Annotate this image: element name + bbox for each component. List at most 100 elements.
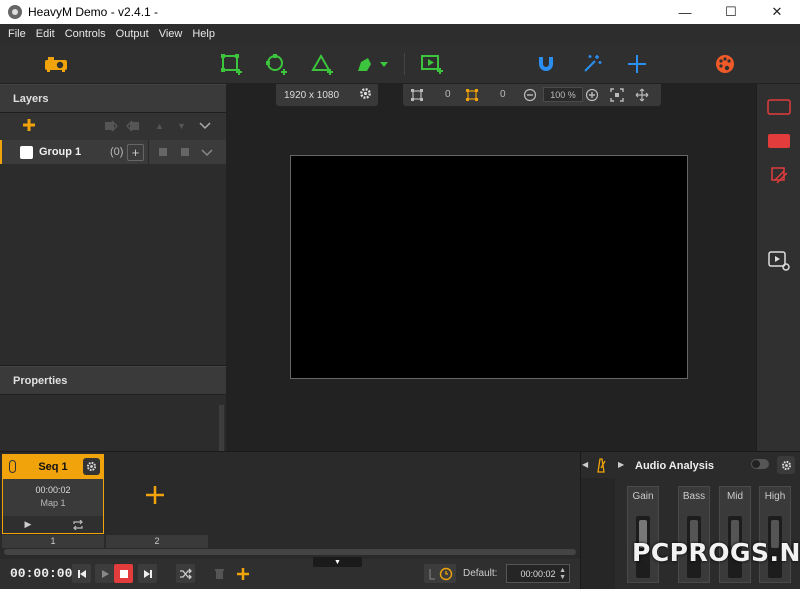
canvas-area: 1920 x 1080 0 0 100 % [226, 84, 756, 451]
menu-output[interactable]: Output [111, 28, 154, 40]
stop-icon[interactable] [114, 564, 133, 583]
sequence-loop-icon[interactable] [53, 516, 103, 533]
menu-edit[interactable]: Edit [31, 28, 60, 40]
group-icon[interactable] [125, 120, 140, 135]
group-label: Group 1 [39, 146, 82, 158]
sequence-card[interactable]: Seq 1 00:00:02 Map 1 ▶ [2, 454, 104, 534]
band-high-label: High [764, 491, 786, 502]
transform-toolbar: 0 0 100 % [403, 84, 661, 106]
band-high: High [759, 486, 791, 583]
palette-icon[interactable] [712, 52, 738, 76]
band-bass-label: Bass [682, 491, 706, 502]
sequence-tab-2[interactable]: 2 [106, 535, 208, 548]
maximize-button[interactable]: ☐ [708, 0, 754, 24]
move-down-icon[interactable]: ▼ [177, 121, 186, 131]
fit-screen-icon[interactable] [610, 88, 624, 105]
output-preview[interactable] [290, 155, 688, 379]
group-count: (0) [110, 146, 124, 158]
menu-view[interactable]: View [154, 28, 188, 40]
crosshair-icon[interactable] [624, 52, 650, 76]
resolution-settings-icon[interactable] [359, 87, 372, 103]
sequence-tab-1[interactable]: 1 [2, 535, 104, 548]
properties-header: Properties [0, 366, 226, 395]
pen-tool-icon[interactable] [352, 52, 378, 76]
window-title: HeavyM Demo - v2.4.1 - [28, 5, 159, 19]
zoom-out-icon[interactable] [523, 88, 537, 105]
resolution-label: 1920 x 1080 [284, 89, 340, 101]
move-up-icon[interactable]: ▲ [155, 121, 164, 131]
add-sequence-icon[interactable] [145, 485, 165, 508]
group-visibility-checkbox[interactable] [20, 145, 33, 159]
skip-forward-icon[interactable] [138, 564, 157, 583]
transport-bar: ▼ 00:00:00 Default: 00:00:02 ▲ ▼ [0, 557, 580, 589]
circle-add-icon[interactable] [263, 52, 289, 76]
collapse-chevron-icon[interactable] [199, 120, 211, 133]
timeline-scrollbar[interactable] [4, 549, 576, 555]
menu-bar: File Edit Controls Output View Help [0, 24, 800, 44]
rect-add-icon[interactable] [218, 52, 244, 76]
width-icon [410, 88, 424, 105]
audio-analysis-title: Audio Analysis [635, 460, 715, 472]
metronome-icon[interactable] [595, 457, 607, 476]
triangle-add-icon[interactable] [309, 52, 335, 76]
lock-toggle-icon[interactable] [159, 148, 167, 156]
layers-list [0, 164, 226, 366]
magic-wand-icon[interactable] [579, 52, 605, 76]
layer-effects-icon[interactable] [766, 164, 792, 186]
default-duration-label: Default: [463, 568, 498, 579]
audio-side-strip [581, 478, 615, 589]
audio-analysis-toggle[interactable] [751, 459, 769, 469]
layers-header: Layers [0, 84, 226, 113]
close-button[interactable]: ✕ [754, 0, 800, 24]
expand-timeline-button[interactable]: ▼ [313, 557, 362, 567]
menu-file[interactable]: File [3, 28, 31, 40]
width-value[interactable]: 0 [445, 89, 451, 100]
zoom-in-icon[interactable] [585, 88, 599, 105]
band-gain-label: Gain [632, 491, 654, 502]
collapse-left-icon[interactable]: ◀ [582, 460, 588, 469]
audio-settings-icon[interactable] [777, 456, 795, 474]
spin-arrows-icon[interactable]: ▲ ▼ [559, 567, 566, 581]
sequence-controls: ▶ [3, 516, 103, 533]
pan-icon[interactable] [635, 88, 649, 105]
minimize-button[interactable]: — [662, 0, 708, 24]
right-sidebar [756, 84, 800, 451]
menu-help[interactable]: Help [187, 28, 220, 40]
menu-controls[interactable]: Controls [60, 28, 111, 40]
group-add-button[interactable]: + [127, 143, 144, 161]
magnet-icon[interactable] [533, 52, 559, 76]
shuffle-icon[interactable] [176, 564, 195, 583]
drag-handle-icon[interactable] [9, 460, 16, 473]
solo-toggle-icon[interactable] [181, 148, 189, 156]
audio-analysis-panel: ◀ ▶ Audio Analysis Gain Bass Mid High [580, 451, 800, 589]
left-panel: Layers ▲ ▼ Group 1 (0) + Properties [0, 84, 226, 507]
sequence-header: Seq 1 [3, 455, 103, 479]
band-gain: Gain [627, 486, 659, 583]
default-duration-field[interactable]: 00:00:02 ▲ ▼ [506, 564, 570, 583]
play-icon[interactable] [95, 564, 114, 583]
group-expand-chevron-icon[interactable] [201, 147, 213, 160]
sequence-name[interactable]: Seq 1 [38, 461, 67, 473]
video-settings-icon[interactable] [766, 250, 792, 272]
layers-toolbar: ▲ ▼ [0, 113, 226, 140]
sequence-settings-icon[interactable] [83, 458, 100, 475]
media-add-icon[interactable] [419, 52, 445, 76]
zoom-value[interactable]: 100 % [543, 87, 583, 102]
sequence-play-icon[interactable]: ▶ [3, 516, 53, 533]
chevron-down-icon[interactable] [377, 52, 391, 76]
height-value[interactable]: 0 [500, 89, 506, 100]
filled-shape-icon[interactable] [766, 130, 792, 152]
toolbar-divider [404, 53, 405, 75]
height-icon [465, 88, 479, 105]
projector-icon[interactable] [43, 52, 69, 76]
expand-right-icon[interactable]: ▶ [618, 460, 624, 469]
layer-group-row[interactable]: Group 1 (0) + [0, 140, 226, 164]
skip-back-icon[interactable] [72, 564, 91, 583]
outline-shape-icon[interactable] [766, 96, 792, 118]
timing-mode-toggle[interactable] [424, 564, 456, 583]
row-divider [148, 140, 149, 164]
add-layer-icon[interactable] [22, 118, 36, 135]
trash-icon[interactable] [210, 564, 228, 583]
ungroup-icon[interactable] [104, 120, 119, 135]
add-cue-icon[interactable] [234, 564, 252, 583]
